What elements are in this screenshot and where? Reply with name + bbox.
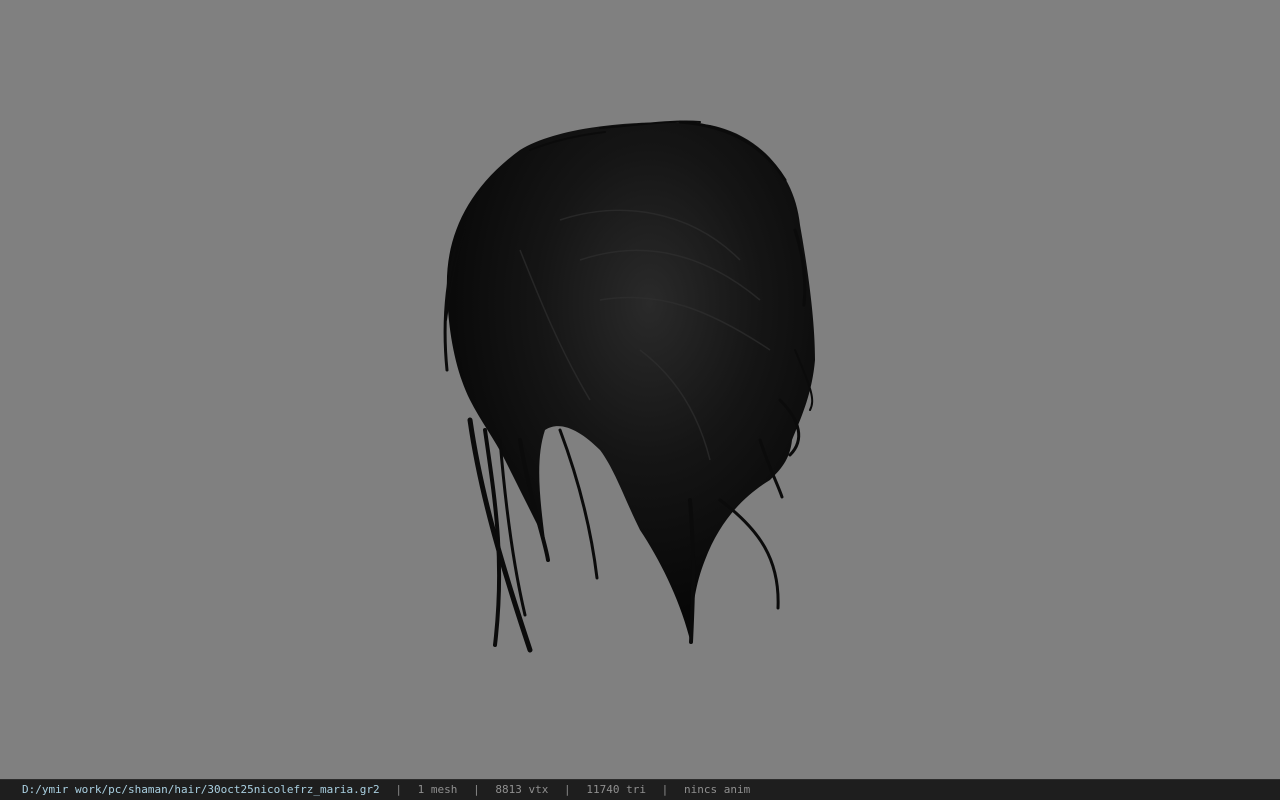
file-path: D:/ymir work/pc/shaman/hair/30oct25nicol… <box>22 783 380 796</box>
separator: | <box>395 783 402 796</box>
hair-model-render <box>443 120 815 653</box>
status-bar: D:/ymir work/pc/shaman/hair/30oct25nicol… <box>0 779 1280 800</box>
separator: | <box>473 783 480 796</box>
vertex-count: 8813 vtx <box>495 783 549 796</box>
separator: | <box>661 783 669 796</box>
separator: | <box>564 783 571 796</box>
animation-status: nincs anim <box>683 783 751 796</box>
mesh-count: 1 mesh <box>417 783 458 796</box>
3d-viewport[interactable] <box>0 0 1280 779</box>
triangle-count: 11740 tri <box>586 783 646 796</box>
